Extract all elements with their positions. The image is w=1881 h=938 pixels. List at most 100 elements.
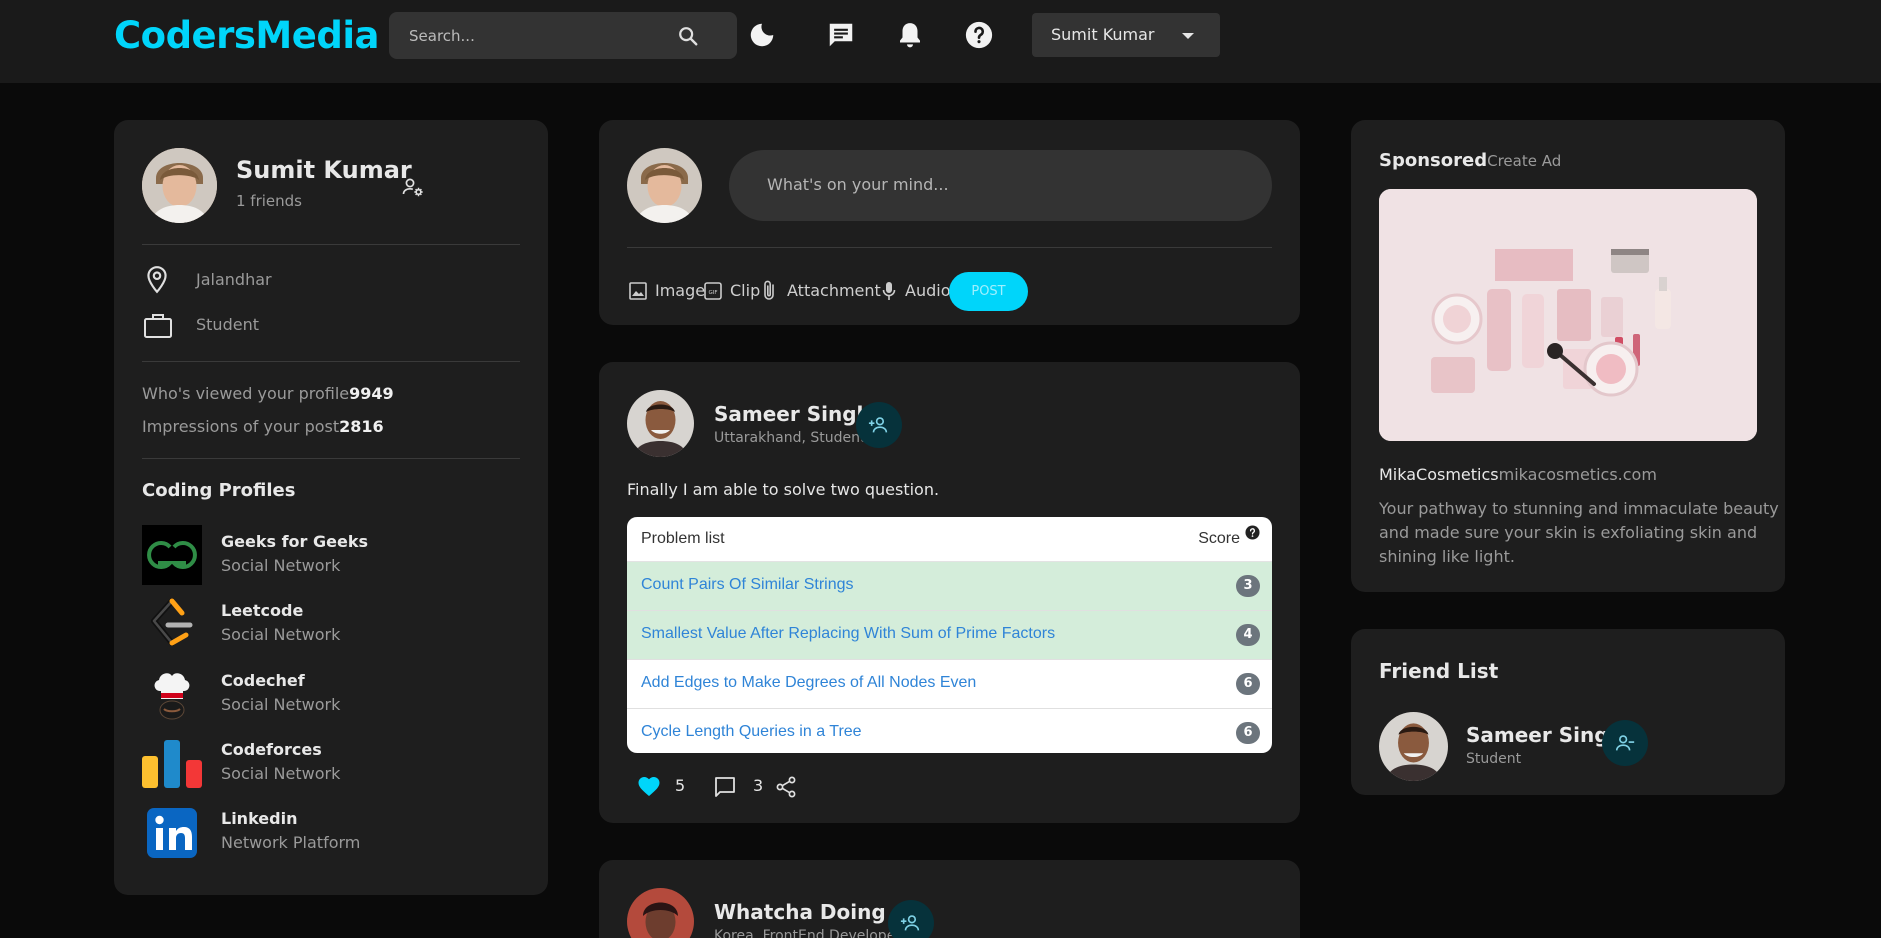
sponsored-card: SponsoredCreate Ad MikaCosmeticsmikacosm… <box>1351 120 1785 592</box>
avatar[interactable] <box>142 148 217 223</box>
coding-profile-type: Social Network <box>221 556 341 575</box>
ad-image[interactable] <box>1379 189 1757 441</box>
codechef-logo-icon[interactable] <box>142 665 202 725</box>
author-photo <box>627 888 694 938</box>
post-button-label: POST <box>971 284 1006 299</box>
coding-profile-name[interactable]: Codeforces <box>221 740 322 759</box>
occupation-text: Student <box>196 315 259 334</box>
help-icon[interactable] <box>964 20 994 50</box>
post-author-name[interactable]: Whatcha Doing <box>714 900 886 924</box>
image-option[interactable]: Image <box>655 281 705 300</box>
coding-profile-type: Social Network <box>221 764 341 783</box>
ad-brand[interactable]: MikaCosmetics <box>1379 465 1499 484</box>
avatar[interactable] <box>1379 712 1448 781</box>
sponsored-label: Sponsored <box>1379 150 1488 171</box>
ad-description: Your pathway to stunning and immaculate … <box>1379 497 1779 569</box>
heart-icon[interactable] <box>637 775 661 797</box>
app-logo[interactable]: CodersMedia <box>114 14 379 57</box>
problem-name[interactable]: Smallest Value After Replacing With Sum … <box>641 625 1055 643</box>
add-friend-button[interactable] <box>888 900 934 938</box>
author-photo <box>627 390 694 457</box>
coding-profile-type: Social Network <box>221 695 341 714</box>
problem-name[interactable]: Count Pairs Of Similar Strings <box>641 576 854 594</box>
profile-card: Sumit Kumar 1 friends Jalandhar Student … <box>114 120 548 895</box>
friend-name[interactable]: Sameer Singh <box>1466 723 1623 747</box>
microphone-icon[interactable] <box>881 280 897 302</box>
leetcode-logo-icon[interactable] <box>142 595 202 655</box>
ad-description-line: Your pathway to stunning and immaculate … <box>1379 499 1779 518</box>
post-button[interactable]: POST <box>949 272 1028 311</box>
profile-photo <box>142 148 217 223</box>
clip-option[interactable]: Clip <box>730 281 760 300</box>
coding-profiles-title: Coding Profiles <box>142 480 296 501</box>
score-badge: 4 <box>1236 624 1260 646</box>
audio-option[interactable]: Audio <box>905 281 950 300</box>
problem-list-title: Problem list <box>641 530 725 547</box>
ad-url[interactable]: mikacosmetics.com <box>1499 465 1657 484</box>
profile-views-value: 9949 <box>349 384 394 403</box>
coding-profile-name[interactable]: Leetcode <box>221 601 303 620</box>
score-badge: 6 <box>1236 673 1260 695</box>
search-icon[interactable] <box>677 25 699 47</box>
problem-row[interactable]: Cycle Length Queries in a Tree 6 <box>627 709 1272 753</box>
post-author-subtitle: Korea, FrontEnd Developer <box>714 928 902 938</box>
user-select-name: Sumit Kumar <box>1051 25 1155 44</box>
post-input[interactable]: What's on your mind... <box>729 150 1272 221</box>
attachment-option[interactable]: Attachment <box>787 281 881 300</box>
linkedin-logo-icon[interactable] <box>142 803 202 863</box>
ad-description-line: and made sure your skin is exfoliating s… <box>1379 523 1758 542</box>
profile-photo <box>627 148 702 223</box>
post-card: Sameer Singh Uttarakhand, Student Finall… <box>599 362 1300 823</box>
avatar[interactable] <box>627 148 702 223</box>
image-icon[interactable] <box>629 282 647 300</box>
share-icon[interactable] <box>775 776 797 798</box>
search-input[interactable] <box>409 12 679 59</box>
ad-brand-line: MikaCosmeticsmikacosmetics.com <box>1379 465 1657 484</box>
problem-row[interactable]: Add Edges to Make Degrees of All Nodes E… <box>627 660 1272 709</box>
gif-icon[interactable]: GIF <box>704 282 722 300</box>
search-bar <box>389 12 737 59</box>
post-composer: What's on your mind... Image GIF Clip At… <box>599 120 1300 325</box>
coding-profile-name[interactable]: Codechef <box>221 671 305 690</box>
codeforces-logo-icon[interactable] <box>142 734 202 794</box>
friend-count: 1 friends <box>236 192 302 210</box>
person-remove-icon <box>1615 735 1635 751</box>
coding-profile-name[interactable]: Geeks for Geeks <box>221 532 368 551</box>
profile-views-label: Who's viewed your profile <box>142 384 350 403</box>
help-icon[interactable] <box>1245 525 1260 540</box>
profile-name[interactable]: Sumit Kumar <box>236 156 412 184</box>
problem-row[interactable]: Count Pairs Of Similar Strings 3 <box>627 562 1272 611</box>
friend-list-card: Friend List Sameer Singh Student <box>1351 629 1785 795</box>
location-icon <box>147 266 167 294</box>
problem-name[interactable]: Cycle Length Queries in a Tree <box>641 723 862 741</box>
bell-icon[interactable] <box>895 20 925 50</box>
comment-count: 3 <box>753 776 764 795</box>
user-select-dropdown[interactable]: Sumit Kumar <box>1032 13 1220 57</box>
person-add-icon <box>868 417 888 433</box>
post-card: Whatcha Doing Korea, FrontEnd Developer <box>599 860 1300 938</box>
manage-accounts-icon[interactable] <box>401 175 425 199</box>
moon-icon[interactable] <box>747 20 777 50</box>
create-ad-link[interactable]: Create Ad <box>1487 152 1561 170</box>
message-icon[interactable] <box>826 20 856 50</box>
avatar[interactable] <box>627 390 694 457</box>
like-count: 5 <box>675 776 686 795</box>
location-text: Jalandhar <box>196 270 272 289</box>
remove-friend-button[interactable] <box>1602 720 1648 766</box>
score-header: Score <box>1198 530 1240 547</box>
comment-icon[interactable] <box>714 776 736 798</box>
coding-profile-name[interactable]: Linkedin <box>221 809 297 828</box>
attachment-icon[interactable] <box>761 280 779 302</box>
score-badge: 6 <box>1236 722 1260 744</box>
divider <box>142 458 520 459</box>
problem-list-header: Problem list Score <box>627 517 1272 562</box>
problem-row[interactable]: Smallest Value After Replacing With Sum … <box>627 611 1272 660</box>
problem-name[interactable]: Add Edges to Make Degrees of All Nodes E… <box>641 674 976 692</box>
friend-photo <box>1379 712 1448 781</box>
gfg-logo-icon[interactable] <box>142 525 202 585</box>
avatar[interactable] <box>627 888 694 938</box>
coding-profile-type: Social Network <box>221 625 341 644</box>
post-author-name[interactable]: Sameer Singh <box>714 402 871 426</box>
divider <box>142 244 520 245</box>
add-friend-button[interactable] <box>856 402 902 448</box>
